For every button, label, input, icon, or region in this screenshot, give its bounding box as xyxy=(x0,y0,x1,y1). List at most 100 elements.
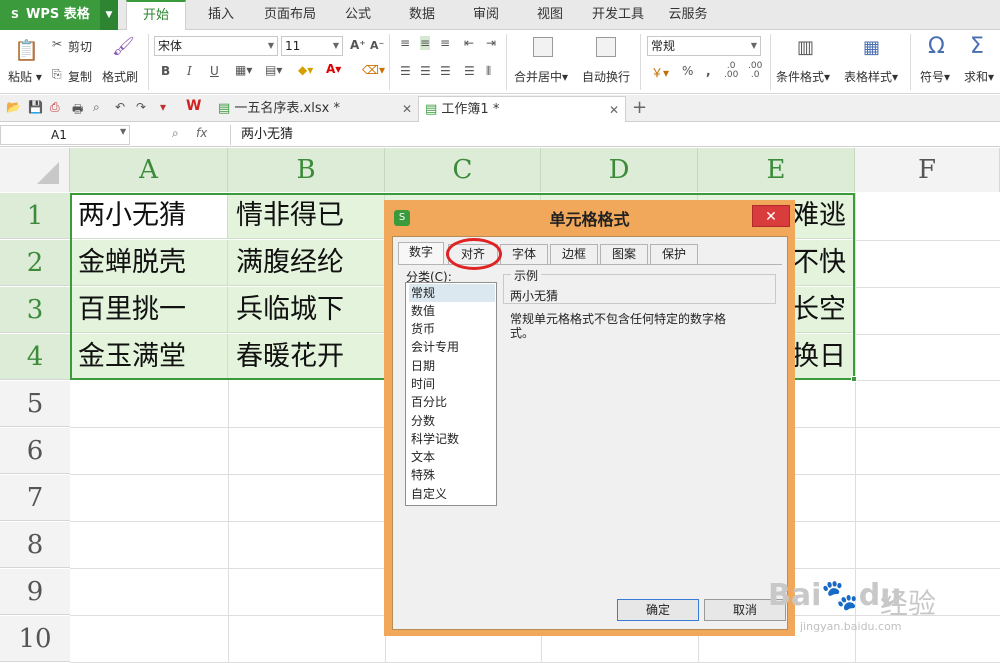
decrease-decimal-icon[interactable]: .00.0 xyxy=(748,62,762,80)
redo-icon[interactable]: ↷ xyxy=(136,100,146,114)
cut-button[interactable]: 剪切 xyxy=(68,38,92,55)
align-top-icon[interactable]: ≡ xyxy=(400,36,410,50)
ok-button[interactable]: 确定 xyxy=(617,599,699,621)
align-bottom-icon[interactable]: ≡ xyxy=(440,36,450,50)
border-style-icon[interactable]: ▤▾ xyxy=(265,63,282,77)
align-middle-icon[interactable]: ≡ xyxy=(420,36,431,50)
doc-tab-1[interactable]: ▤ 一五名序表.xlsx * ✕ xyxy=(212,96,418,122)
conditional-format-button[interactable]: 条件格式▾ xyxy=(776,68,830,85)
dialog-tab-border[interactable]: 边框 xyxy=(550,244,598,264)
row-header-10[interactable]: 10 xyxy=(0,616,70,662)
symbol-button[interactable]: 符号▾ xyxy=(920,68,950,85)
italic-button[interactable]: I xyxy=(187,64,192,78)
border-icon[interactable]: ▦▾ xyxy=(235,63,252,77)
conditional-format-icon[interactable]: ▥ xyxy=(797,37,814,58)
omega-icon[interactable]: Ω xyxy=(928,34,945,59)
row-header-7[interactable]: 7 xyxy=(0,475,70,521)
dialog-tab-protection[interactable]: 保护 xyxy=(650,244,698,264)
align-left-icon[interactable]: ☰ xyxy=(400,64,411,78)
cell-b3[interactable]: 兵临城下 xyxy=(228,287,385,333)
dialog-tab-font[interactable]: 字体 xyxy=(500,244,548,264)
category-item-text[interactable]: 文本 xyxy=(409,448,495,466)
indent-increase-icon[interactable]: ⇥ xyxy=(486,36,496,50)
percent-button[interactable]: % xyxy=(682,64,693,78)
column-header-e[interactable]: E xyxy=(698,148,855,192)
category-item-custom[interactable]: 自定义 xyxy=(409,485,495,503)
decrease-font-icon[interactable]: A⁻ xyxy=(370,39,384,52)
row-header-1[interactable]: 1 xyxy=(0,193,70,239)
font-size-select[interactable]: 11 ▼ xyxy=(281,36,343,56)
row-header-2[interactable]: 2 xyxy=(0,240,70,286)
wrap-text-icon[interactable] xyxy=(596,37,616,57)
table-style-icon[interactable]: ▦ xyxy=(863,37,880,58)
number-format-select[interactable]: 常规 ▼ xyxy=(647,36,761,56)
tab-review[interactable]: 审阅 xyxy=(462,0,510,30)
category-item-accounting[interactable]: 会计专用 xyxy=(409,338,495,356)
category-item-fraction[interactable]: 分数 xyxy=(409,412,495,430)
row-header-6[interactable]: 6 xyxy=(0,428,70,474)
clear-format-icon[interactable]: ⌫▾ xyxy=(362,63,385,77)
format-painter-button[interactable]: 格式刷 xyxy=(102,68,138,85)
function-button[interactable]: fx xyxy=(196,126,207,140)
undo-icon[interactable]: ↶ xyxy=(115,100,125,114)
row-header-4[interactable]: 4 xyxy=(0,334,70,380)
tab-cloud[interactable]: 云服务 xyxy=(660,0,716,30)
tab-data[interactable]: 数据 xyxy=(398,0,446,30)
justify-icon[interactable]: ☰ xyxy=(464,64,475,78)
dialog-tab-number[interactable]: 数字 xyxy=(398,242,444,265)
print-icon[interactable]: 🖶 xyxy=(72,100,83,121)
row-header-8[interactable]: 8 xyxy=(0,522,70,568)
category-item-currency[interactable]: 货币 xyxy=(409,320,495,338)
new-tab-icon[interactable]: + xyxy=(632,97,647,118)
column-header-b[interactable]: B xyxy=(228,148,385,192)
category-item-number[interactable]: 数值 xyxy=(409,302,495,320)
close-icon[interactable]: ✕ xyxy=(402,96,412,122)
dialog-close-button[interactable]: ✕ xyxy=(752,205,790,227)
distribute-icon[interactable]: ⫴ xyxy=(486,64,491,79)
font-color-icon[interactable]: A▾ xyxy=(326,62,341,76)
tab-insert[interactable]: 插入 xyxy=(196,0,246,30)
paste-icon[interactable]: 📋 xyxy=(14,38,39,62)
merge-center-button[interactable]: 合并居中▾ xyxy=(514,68,568,85)
name-box[interactable]: A1 xyxy=(0,125,130,145)
indent-decrease-icon[interactable]: ⇤ xyxy=(464,36,474,50)
merge-center-icon[interactable] xyxy=(533,37,553,57)
row-header-5[interactable]: 5 xyxy=(0,381,70,427)
increase-decimal-icon[interactable]: .0.00 xyxy=(724,62,738,80)
select-all-corner[interactable] xyxy=(0,148,70,192)
bold-button[interactable]: B xyxy=(161,64,170,78)
tab-formulas[interactable]: 公式 xyxy=(334,0,382,30)
cell-b4[interactable]: 春暖花开 xyxy=(228,334,385,380)
formula-input[interactable]: 两小无猜 xyxy=(230,125,1000,145)
export-pdf-icon[interactable]: ⎙ xyxy=(50,100,60,115)
cell-a2[interactable]: 金蝉脱壳 xyxy=(70,240,228,286)
customize-toolbar-icon[interactable]: ▾ xyxy=(160,100,166,114)
align-center-icon[interactable]: ☰ xyxy=(420,64,431,78)
table-style-button[interactable]: 表格样式▾ xyxy=(844,68,898,85)
tab-view[interactable]: 视图 xyxy=(526,0,574,30)
paste-button[interactable]: 粘贴 ▾ xyxy=(8,68,42,85)
category-item-general[interactable]: 常规 xyxy=(409,284,495,302)
category-item-time[interactable]: 时间 xyxy=(409,375,495,393)
category-item-scientific[interactable]: 科学记数 xyxy=(409,430,495,448)
cell-b1[interactable]: 情非得已 xyxy=(228,193,385,239)
tab-home[interactable]: 开始 xyxy=(126,0,186,31)
fill-handle[interactable] xyxy=(851,376,857,382)
align-right-icon[interactable]: ☰ xyxy=(440,64,451,78)
cell-a4[interactable]: 金玉满堂 xyxy=(70,334,228,380)
chevron-down-icon[interactable]: ▼ xyxy=(120,127,126,136)
sum-button[interactable]: 求和▾ xyxy=(964,68,994,85)
increase-font-icon[interactable]: A⁺ xyxy=(350,38,366,52)
category-item-percentage[interactable]: 百分比 xyxy=(409,393,495,411)
column-header-f[interactable]: F xyxy=(855,148,1000,192)
cell-a1[interactable]: 两小无猜 xyxy=(70,193,228,239)
fill-color-icon[interactable]: ◆▾ xyxy=(298,63,313,77)
app-menu-button[interactable]: S WPS 表格 ▼ xyxy=(0,0,118,30)
cell-b2[interactable]: 满腹经纶 xyxy=(228,240,385,286)
zoom-icon[interactable]: ⌕ xyxy=(172,126,179,141)
row-header-3[interactable]: 3 xyxy=(0,287,70,333)
dialog-tab-pattern[interactable]: 图案 xyxy=(600,244,648,264)
underline-button[interactable]: U xyxy=(210,64,219,78)
column-header-c[interactable]: C xyxy=(385,148,541,192)
chevron-down-icon[interactable]: ▼ xyxy=(100,0,118,30)
